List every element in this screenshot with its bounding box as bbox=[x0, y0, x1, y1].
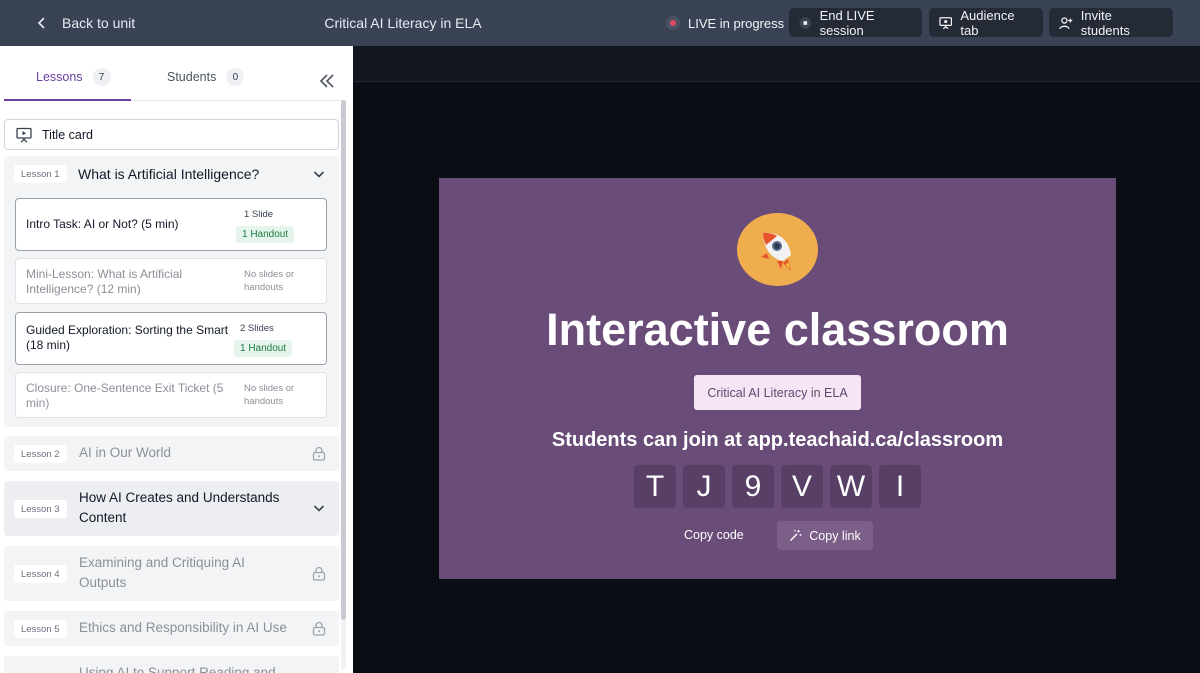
lesson-name: How AI Creates and Understands Content bbox=[79, 490, 280, 525]
add-user-icon bbox=[1059, 16, 1073, 29]
join-instructions: Students can join at app.teachaid.ca/cla… bbox=[551, 429, 1004, 451]
lesson-name: Examining and Critiquing AI Outputs bbox=[79, 555, 245, 590]
presentation-icon bbox=[16, 127, 32, 142]
copy-link-label: Copy link bbox=[809, 528, 861, 543]
active-tab-indicator bbox=[4, 99, 131, 101]
chevron-down-icon bbox=[313, 171, 325, 178]
lesson-name: What is Artificial Intelligence? bbox=[78, 166, 260, 182]
students-count-badge: 0 bbox=[226, 68, 245, 86]
presentation-slide: Interactive classroom Critical AI Litera… bbox=[439, 178, 1116, 579]
lesson-item[interactable]: Closure: One-Sentence Exit Ticket (5 min… bbox=[15, 372, 327, 418]
lesson-2-header[interactable]: Lesson 2 AI in Our World bbox=[4, 436, 339, 471]
collapse-sidebar-icon[interactable] bbox=[318, 72, 336, 90]
lesson-2-group[interactable]: Lesson 2 AI in Our World bbox=[4, 436, 339, 471]
lesson-item[interactable]: Intro Task: AI or Not? (5 min) 1 Slide 1… bbox=[15, 198, 327, 251]
lesson-tag: Lesson 3 bbox=[14, 500, 67, 518]
lesson-4-header[interactable]: Lesson 4 Examining and Critiquing AI Out… bbox=[4, 546, 339, 601]
end-live-session-label: End LIVE session bbox=[819, 7, 875, 38]
invite-students-label: Invite students bbox=[1080, 7, 1130, 38]
live-dot-icon bbox=[666, 16, 680, 30]
tab-lessons-label: Lessons bbox=[36, 70, 83, 84]
lesson-item[interactable]: Mini-Lesson: What is Artificial Intellig… bbox=[15, 258, 327, 304]
sidebar-tabs: Lessons 7 Students 0 bbox=[0, 46, 353, 102]
lesson-5-header[interactable]: Lesson 5 Ethics and Responsibility in AI… bbox=[4, 611, 339, 646]
class-name-pill[interactable]: Critical AI Literacy in ELA bbox=[694, 375, 861, 410]
magic-wand-icon bbox=[790, 530, 802, 541]
handout-badge: 1 Handout bbox=[236, 226, 295, 243]
scrollbar-thumb[interactable] bbox=[341, 100, 346, 620]
slide-heading: Interactive classroom bbox=[546, 304, 1009, 355]
top-bar: Back to unit Critical AI Literacy in ELA… bbox=[0, 0, 1200, 46]
end-live-session-button[interactable]: End LIVE session bbox=[789, 7, 922, 38]
live-status: LIVE in progress bbox=[666, 0, 784, 46]
lesson-sidebar: Lessons 7 Students 0 Title card Lesson 1… bbox=[0, 46, 353, 673]
invite-students-button[interactable]: Invite students bbox=[1049, 7, 1173, 38]
lesson-name: AI in Our World bbox=[79, 445, 172, 460]
code-character: V bbox=[781, 465, 823, 508]
lesson-item[interactable]: Guided Exploration: Sorting the Smart (1… bbox=[15, 312, 327, 365]
copy-code-button[interactable]: Copy code bbox=[684, 521, 744, 550]
title-card-label: Title card bbox=[42, 127, 93, 142]
stage-toolbar-strip bbox=[353, 46, 1200, 82]
no-slides-note: No slides or handouts bbox=[244, 383, 295, 407]
lesson-item-title: Closure: One-Sentence Exit Ticket (5 min… bbox=[26, 381, 224, 410]
lesson-3-group[interactable]: Lesson 3 How AI Creates and Understands … bbox=[4, 481, 339, 536]
lock-icon bbox=[312, 621, 326, 636]
presentation-icon bbox=[939, 16, 953, 29]
lesson-6-header[interactable]: Using AI to Support Reading and bbox=[4, 656, 339, 673]
lock-icon bbox=[312, 566, 326, 581]
lesson-3-header[interactable]: Lesson 3 How AI Creates and Understands … bbox=[4, 481, 339, 536]
code-character: T bbox=[634, 465, 676, 508]
lesson-5-group[interactable]: Lesson 5 Ethics and Responsibility in AI… bbox=[4, 611, 339, 646]
rocket-icon bbox=[760, 232, 791, 271]
no-slides-note: No slides or handouts bbox=[244, 269, 295, 293]
lock-icon bbox=[312, 446, 326, 461]
lesson-4-group[interactable]: Lesson 4 Examining and Critiquing AI Out… bbox=[4, 546, 339, 601]
handout-badge: 1 Handout bbox=[234, 340, 293, 357]
sidebar-scrollbar[interactable] bbox=[341, 100, 346, 670]
lessons-count-badge: 7 bbox=[92, 68, 111, 86]
tab-students[interactable]: Students 0 bbox=[167, 68, 245, 86]
chevron-down-icon bbox=[313, 505, 325, 512]
title-card-item[interactable]: Title card bbox=[4, 119, 339, 150]
stop-icon bbox=[799, 16, 812, 29]
code-character: W bbox=[830, 465, 872, 508]
lesson-tag: Lesson 1 bbox=[14, 165, 67, 183]
lesson-item-title: Guided Exploration: Sorting the Smart (1… bbox=[26, 323, 229, 352]
lesson-item-title: Intro Task: AI or Not? (5 min) bbox=[26, 217, 179, 231]
slide-count: 2 Slides bbox=[240, 323, 274, 334]
lesson-tag: Lesson 4 bbox=[14, 565, 67, 583]
lesson-1-header[interactable]: Lesson 1 What is Artificial Intelligence… bbox=[4, 156, 339, 192]
lesson-item-title: Mini-Lesson: What is Artificial Intellig… bbox=[26, 267, 183, 296]
lesson-name: Using AI to Support Reading and bbox=[79, 665, 276, 673]
code-character: I bbox=[879, 465, 921, 508]
slide-count: 1 Slide bbox=[244, 209, 274, 220]
live-status-label: LIVE in progress bbox=[688, 15, 785, 31]
audience-tab-label: Audience tab bbox=[960, 7, 1015, 38]
tab-lessons[interactable]: Lessons 7 bbox=[36, 68, 111, 86]
lesson-6-group[interactable]: Using AI to Support Reading and bbox=[4, 656, 339, 673]
lesson-1-group: Lesson 1 What is Artificial Intelligence… bbox=[4, 156, 339, 427]
code-character: 9 bbox=[732, 465, 774, 508]
rocket-logo bbox=[737, 213, 818, 286]
lesson-tag: Lesson 5 bbox=[14, 620, 67, 638]
copy-link-button[interactable]: Copy link bbox=[777, 521, 873, 550]
lesson-name: Ethics and Responsibility in AI Use bbox=[79, 620, 287, 635]
lesson-tag: Lesson 2 bbox=[14, 445, 67, 463]
code-character: J bbox=[683, 465, 725, 508]
join-code: T J 9 V W I bbox=[634, 465, 921, 508]
audience-tab-button[interactable]: Audience tab bbox=[929, 7, 1043, 38]
tab-students-label: Students bbox=[167, 70, 217, 84]
